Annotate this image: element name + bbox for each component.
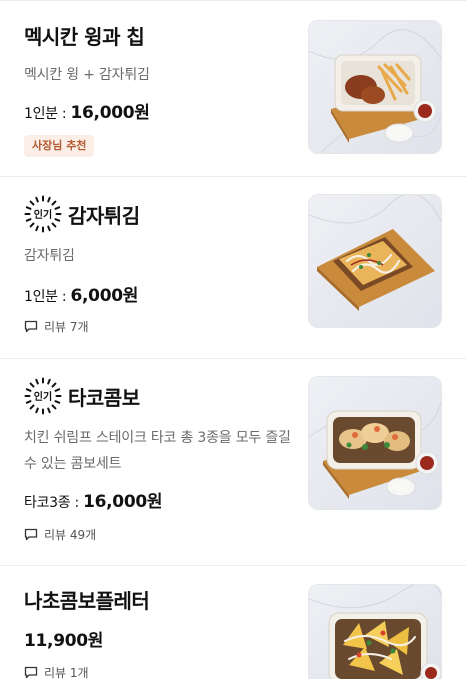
review-count[interactable]: 리뷰 49개	[24, 526, 96, 543]
menu-item-description: 멕시칸 윙 + 감자튀김	[24, 67, 150, 83]
menu-item-photo	[308, 194, 442, 328]
menu-item-title-row: 인기 타코콤보	[24, 376, 140, 416]
menu-item-nacho-combo-platter[interactable]: 나초콤보플레터 11,900원 리뷰 1개	[0, 566, 466, 679]
speech-bubble-icon	[24, 320, 38, 333]
owner-recommend-badge: 사장님 추천	[24, 135, 95, 157]
menu-item-name: 감자튀김	[68, 203, 140, 228]
review-count-text: 리뷰 7개	[44, 320, 89, 334]
review-count[interactable]: 리뷰 1개	[24, 664, 89, 679]
menu-item-description: 감자튀김	[24, 248, 75, 264]
menu-item-price-row: 1인분 : 6,000원	[24, 281, 138, 306]
popular-label: 인기	[34, 390, 52, 403]
menu-item-description: 치킨 쉬림프 스테이크 타코 총 3종을 모두 즐길수 있는 콤보세트	[24, 430, 291, 472]
menu-item-name: 멕시칸 윙과 칩	[24, 24, 145, 49]
menu-item-name: 타코콤보	[68, 385, 140, 410]
menu-item-french-fries[interactable]: 인기 감자튀김 감자튀김 1인분 : 6,000원 리뷰 7개	[0, 177, 466, 358]
menu-list: 멕시칸 윙과 칩 멕시칸 윙 + 감자튀김 1인분 : 16,000원 사장님 …	[0, 0, 466, 679]
menu-item-title-row: 나초콤보플레터	[24, 584, 150, 614]
speech-bubble-icon	[24, 528, 38, 541]
review-count-text: 리뷰 1개	[44, 666, 89, 679]
menu-item-title-row: 인기 감자튀김	[24, 194, 140, 234]
menu-item-mexican-wing-chips[interactable]: 멕시칸 윙과 칩 멕시칸 윙 + 감자튀김 1인분 : 16,000원 사장님 …	[0, 0, 466, 176]
price-amount: 6,000원	[70, 286, 139, 306]
menu-item-photo	[308, 376, 442, 510]
popular-label: 인기	[34, 208, 52, 221]
menu-item-photo	[308, 584, 442, 679]
menu-item-taco-combo[interactable]: 인기 타코콤보 치킨 쉬림프 스테이크 타코 총 3종을 모두 즐길수 있는 콤…	[0, 359, 466, 565]
price-prefix: 타코3종 :	[24, 495, 84, 511]
popular-sunburst-icon: 인기	[24, 377, 62, 415]
price-prefix: 1인분 :	[24, 106, 71, 122]
menu-item-price-row: 1인분 : 16,000원	[24, 98, 150, 123]
speech-bubble-icon	[24, 666, 38, 679]
review-count[interactable]: 리뷰 7개	[24, 318, 89, 335]
menu-item-name: 나초콤보플레터	[24, 588, 150, 613]
menu-item-photo	[308, 20, 442, 154]
price-amount: 16,000원	[83, 492, 163, 512]
price-prefix: 1인분 :	[24, 289, 71, 305]
popular-sunburst-icon: 인기	[24, 195, 62, 233]
menu-item-title-row: 멕시칸 윙과 칩	[24, 20, 145, 50]
price-amount: 16,000원	[70, 103, 150, 123]
menu-item-price-row: 11,900원	[24, 626, 103, 651]
review-count-text: 리뷰 49개	[44, 528, 97, 542]
price-amount: 11,900원	[24, 631, 104, 651]
menu-item-price-row: 타코3종 : 16,000원	[24, 487, 163, 512]
